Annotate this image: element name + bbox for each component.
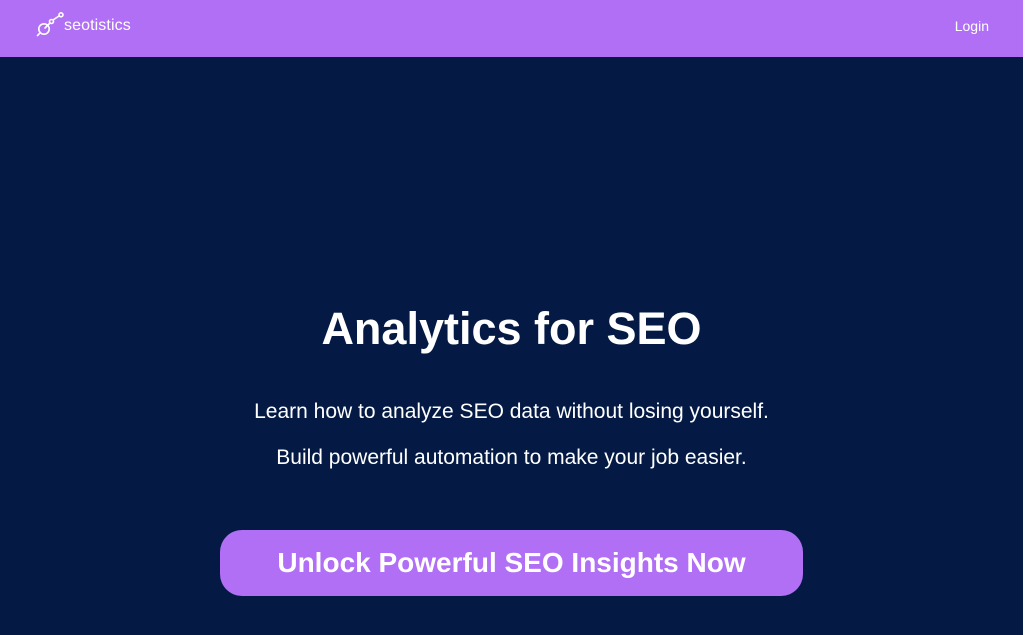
brand-name: seotistics: [64, 17, 131, 34]
unlock-insights-button[interactable]: Unlock Powerful SEO Insights Now: [220, 530, 803, 596]
brand-logo[interactable]: seotistics: [36, 11, 131, 39]
hero-description-line-2: Build powerful automation to make your j…: [276, 446, 747, 469]
login-link[interactable]: Login: [955, 17, 989, 35]
hero-description-line-1: Learn how to analyze SEO data without lo…: [254, 400, 769, 423]
hero-section: Analytics for SEO Learn how to analyze S…: [0, 57, 1023, 635]
top-navbar: seotistics Login: [0, 0, 1023, 57]
hero-title: Analytics for SEO: [321, 303, 702, 354]
satellite-link-icon: [36, 11, 64, 37]
landing-page: seotistics Login Analytics for SEO Learn…: [0, 0, 1026, 635]
